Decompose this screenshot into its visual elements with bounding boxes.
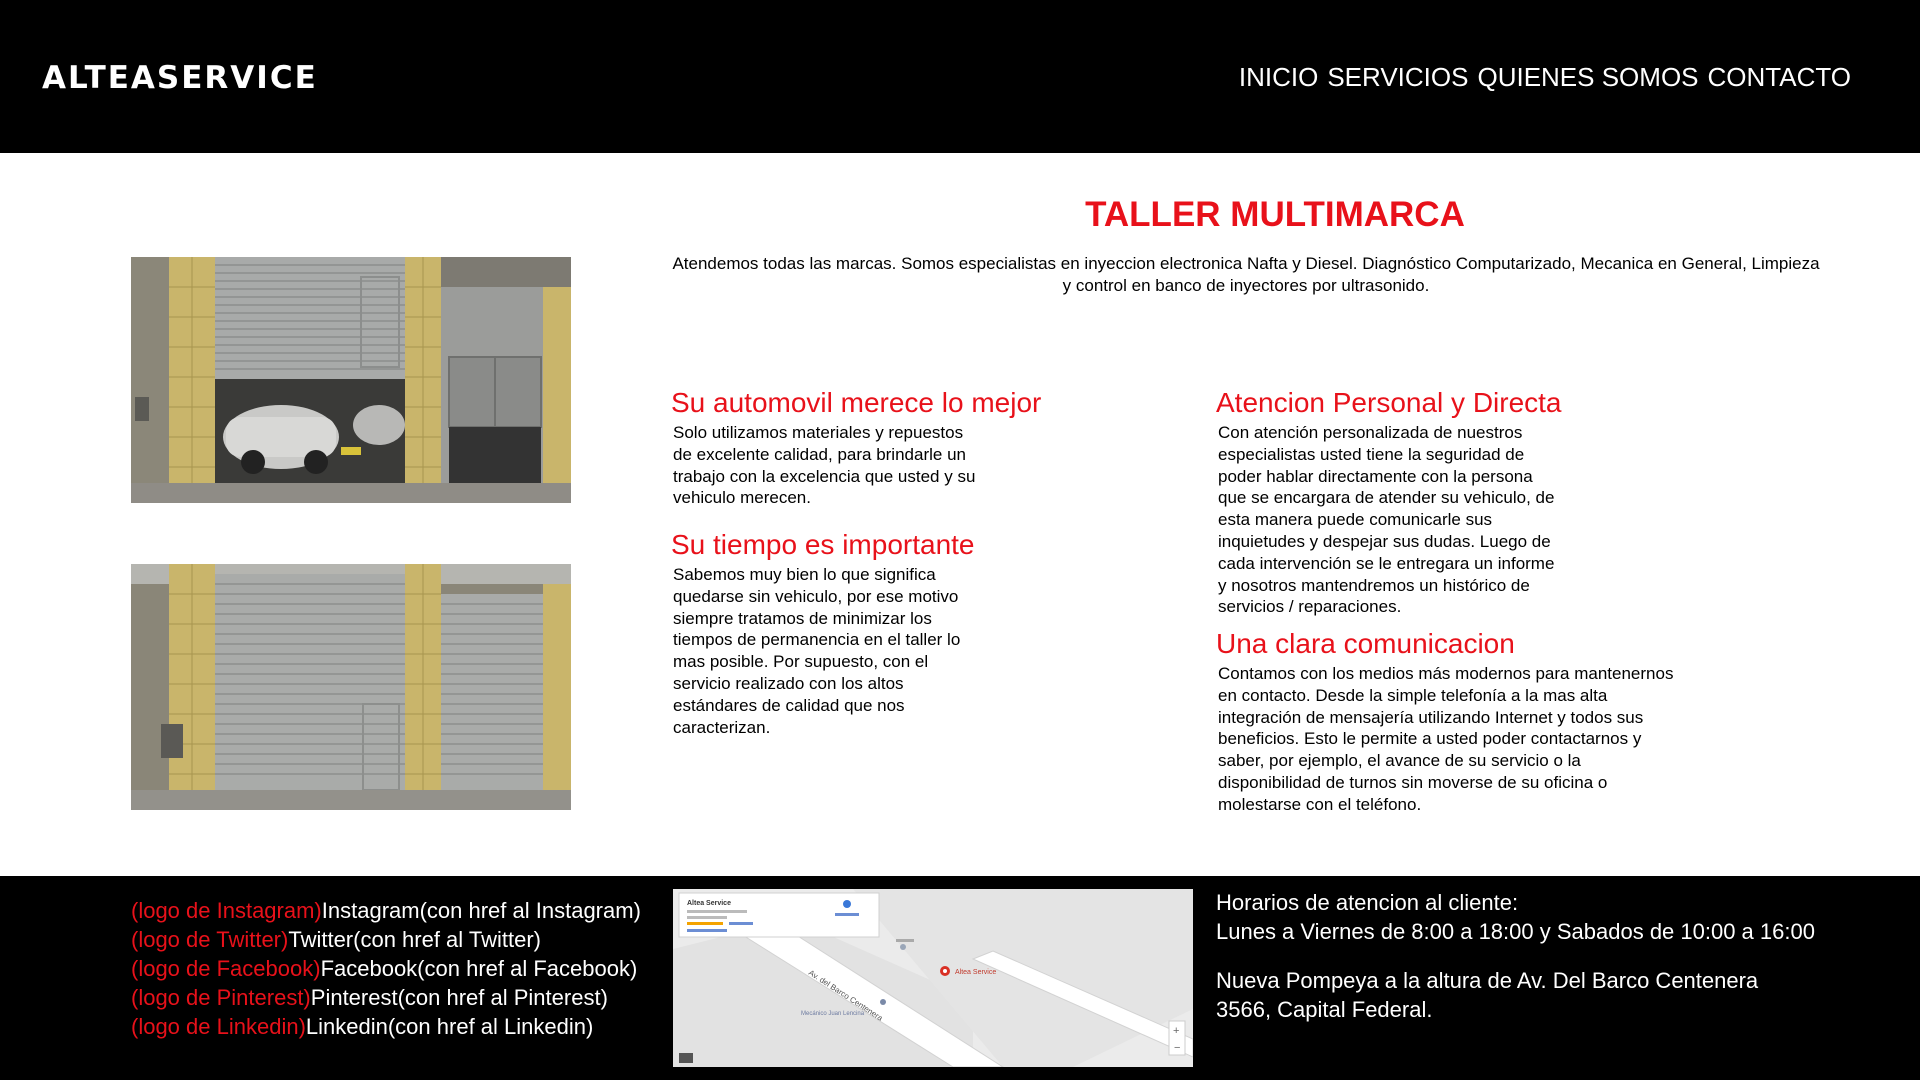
nav-inicio[interactable]: INICIO bbox=[1239, 62, 1318, 93]
feature-text: Contamos con los medios más modernos par… bbox=[1218, 664, 1674, 814]
location-map[interactable]: Altea Service Av. del Barco Centenera Al… bbox=[673, 889, 1193, 1067]
map-zoom-in-icon[interactable]: + bbox=[1173, 1025, 1179, 1037]
feature-heading: Atencion Personal y Directa bbox=[1216, 387, 1562, 418]
feature-personal-attention: Atencion Personal y Directa Con atención… bbox=[1216, 386, 1563, 618]
linkedin-icon: (logo de Linkedin) bbox=[131, 1014, 306, 1039]
hours-text: Lunes a Viernes de 8:00 a 18:00 y Sabado… bbox=[1216, 919, 1815, 944]
map-place-name: Altea Service bbox=[687, 900, 731, 907]
workshop-photo-closed bbox=[131, 564, 571, 810]
map-poi-label: Mecánico Juan Lencina bbox=[801, 1011, 865, 1017]
social-link-twitter[interactable]: (logo de Twitter)Twitter(con href al Twi… bbox=[131, 925, 641, 954]
feature-time: Su tiempo es importante Sabemos muy bien… bbox=[671, 528, 983, 738]
feature-text: Con atención personalizada de nuestros e… bbox=[1218, 423, 1555, 617]
site-footer: (logo de Instagram)Instagram(con href al… bbox=[0, 876, 1920, 1080]
social-link-label: Pinterest(con href al Pinterest) bbox=[310, 985, 608, 1010]
social-link-linkedin[interactable]: (logo de Linkedin)Linkedin(con href al L… bbox=[131, 1012, 641, 1041]
hours-title: Horarios de atencion al cliente: bbox=[1216, 890, 1519, 915]
social-links: (logo de Instagram)Instagram(con href al… bbox=[131, 896, 641, 1041]
social-link-label: Linkedin(con href al Linkedin) bbox=[305, 1014, 594, 1039]
site-header: ALTEASERVICE INICIO SERVICIOS QUIENES SO… bbox=[0, 0, 1920, 153]
workshop-photo-open bbox=[131, 257, 571, 503]
map-illustration: Altea Service Av. del Barco Centenera Al… bbox=[673, 889, 1193, 1067]
map-marker-icon[interactable] bbox=[940, 966, 950, 976]
feature-heading: Una clara comunicacion bbox=[1216, 628, 1515, 659]
workshop-open-illustration bbox=[131, 257, 571, 503]
workshop-closed-illustration bbox=[131, 564, 571, 810]
feature-text: Solo utilizamos materiales y repuestos d… bbox=[673, 423, 976, 508]
social-link-label: Instagram(con href al Instagram) bbox=[321, 898, 641, 923]
feature-quality: Su automovil merece lo mejor Solo utiliz… bbox=[671, 386, 1041, 509]
social-link-label: Facebook(con href al Facebook) bbox=[320, 956, 638, 981]
social-link-pinterest[interactable]: (logo de Pinterest)Pinterest(con href al… bbox=[131, 983, 641, 1012]
social-link-facebook[interactable]: (logo de Facebook)Facebook(con href al F… bbox=[131, 954, 641, 983]
map-marker-label: Altea Service bbox=[955, 969, 996, 976]
instagram-icon: (logo de Instagram) bbox=[131, 898, 322, 923]
feature-heading: Su automovil merece lo mejor bbox=[671, 387, 1042, 418]
feature-communication: Una clara comunicacion Contamos con los … bbox=[1216, 627, 1688, 816]
social-link-instagram[interactable]: (logo de Instagram)Instagram(con href al… bbox=[131, 896, 641, 925]
intro-text: Atendemos todas las marcas. Somos especi… bbox=[672, 254, 1820, 295]
social-link-label: Twitter(con href al Twitter) bbox=[288, 927, 542, 952]
main-nav: INICIO SERVICIOS QUIENES SOMOS CONTACTO bbox=[1239, 62, 1851, 93]
facebook-icon: (logo de Facebook) bbox=[131, 956, 321, 981]
nav-servicios[interactable]: SERVICIOS bbox=[1327, 62, 1468, 93]
site-logo[interactable]: ALTEASERVICE bbox=[42, 60, 318, 96]
map-zoom-out-icon[interactable]: − bbox=[1174, 1042, 1180, 1054]
page-title: TALLER MULTIMARCA bbox=[1085, 195, 1465, 234]
nav-quienes-somos[interactable]: QUIENES SOMOS bbox=[1477, 62, 1698, 93]
pinterest-icon: (logo de Pinterest) bbox=[131, 985, 311, 1010]
twitter-icon: (logo de Twitter) bbox=[131, 927, 289, 952]
nav-contacto[interactable]: CONTACTO bbox=[1708, 62, 1851, 93]
feature-text: Sabemos muy bien lo que significa quedar… bbox=[673, 565, 961, 737]
address-text: Nueva Pompeya a la altura de Av. Del Bar… bbox=[1216, 968, 1759, 1022]
feature-heading: Su tiempo es importante bbox=[671, 529, 975, 560]
opening-hours: Horarios de atencion al cliente: Lunes a… bbox=[1216, 888, 1815, 946]
